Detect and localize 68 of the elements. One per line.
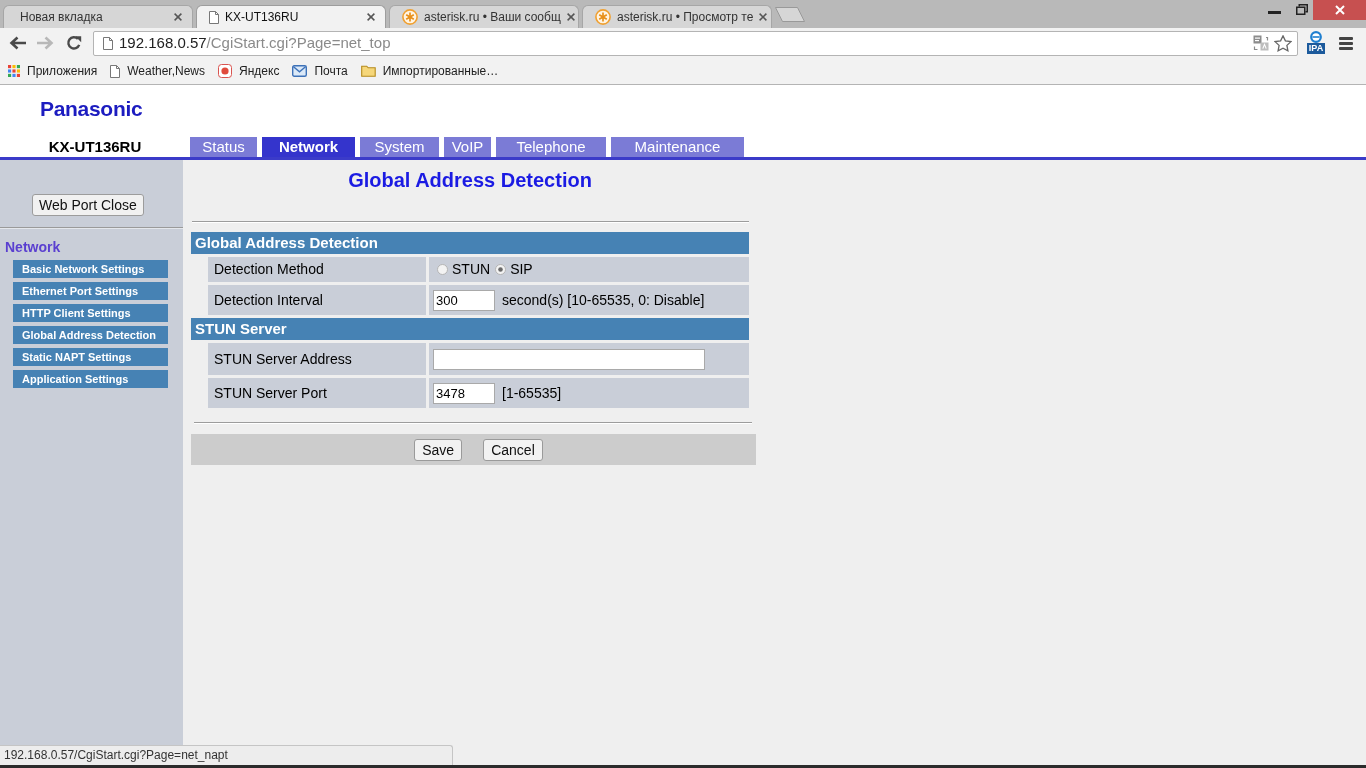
input-field[interactable]	[433, 348, 705, 370]
status-bubble: 192.168.0.57/CgiStart.cgi?Page=net_napt	[0, 745, 453, 765]
hint-text: [1-65535]	[502, 383, 562, 403]
translate-icon[interactable]	[1253, 35, 1269, 51]
field-label: STUN Server Port	[208, 378, 426, 408]
field-label: Detection Interval	[208, 285, 426, 315]
window-close-button[interactable]	[1313, 0, 1366, 20]
page-title: Global Address Detection	[347, 168, 593, 192]
sidebar-item[interactable]: Global Address Detection	[13, 326, 168, 344]
sidebar-item[interactable]: HTTP Client Settings	[13, 304, 168, 322]
apps-grid-icon	[8, 65, 20, 77]
address-bar[interactable]: 192.168.0.57/CgiStart.cgi?Page=net_top	[93, 30, 1298, 56]
form-button[interactable]: Cancel	[483, 438, 543, 461]
reload-icon[interactable]	[66, 35, 82, 51]
brand-logo: Panasonic	[40, 97, 143, 121]
browser-tab[interactable]: asterisk.ru • Ваши сообщ	[389, 5, 579, 28]
sidebar-item[interactable]: Basic Network Settings	[13, 260, 168, 278]
form-button[interactable]: Save	[414, 438, 463, 461]
close-icon[interactable]	[759, 13, 768, 21]
close-icon[interactable]	[566, 13, 575, 21]
bookmark[interactable]: Приложения	[8, 62, 98, 80]
bookmark[interactable]: Яндекс	[218, 62, 280, 80]
radio-button[interactable]	[437, 264, 448, 275]
sidebar-item[interactable]: Ethernet Port Settings	[13, 282, 168, 300]
bookmark[interactable]: Почта	[292, 62, 348, 80]
browser-tab[interactable]: KX-UT136RU	[196, 5, 386, 28]
radio-label: STUN	[452, 260, 491, 279]
extension-button[interactable]: IPA	[1304, 31, 1328, 55]
folder-icon	[360, 65, 376, 77]
browser-tab[interactable]: asterisk.ru • Просмотр те	[582, 5, 772, 28]
section-heading: Network	[5, 239, 61, 255]
menu-icon[interactable]	[1339, 36, 1353, 50]
asterisk-icon	[402, 9, 418, 25]
page-icon	[209, 10, 219, 24]
close-icon[interactable]	[174, 13, 182, 21]
radio-label: SIP	[510, 260, 533, 279]
sidebar-item[interactable]: Static NAPT Settings	[13, 348, 168, 366]
restore-icon[interactable]	[1296, 4, 1308, 15]
close-icon	[1334, 5, 1345, 15]
nav-tab[interactable]: VoIP	[444, 137, 491, 157]
model-name: KX-UT136RU	[47, 137, 143, 157]
ring-icon	[1310, 31, 1322, 43]
field-label: Detection Method	[208, 257, 426, 282]
nav-tab[interactable]: Network	[262, 137, 355, 157]
bookmark[interactable]: Импортированные…	[360, 62, 499, 80]
site-icon	[218, 64, 233, 78]
bookmark[interactable]: Weather,News	[110, 62, 206, 80]
page-icon	[103, 36, 113, 50]
star-icon[interactable]	[1274, 34, 1292, 52]
hint-text: second(s) [10-65535, 0: Disable]	[502, 290, 705, 310]
back-arrow-icon[interactable]	[9, 36, 26, 50]
nav-tab[interactable]: Status	[190, 137, 257, 157]
nav-tab[interactable]: Maintenance	[611, 137, 744, 157]
close-icon[interactable]	[367, 13, 375, 21]
mail-icon	[292, 65, 308, 77]
nav-tab[interactable]: System	[360, 137, 439, 157]
section-header: Global Address Detection	[191, 232, 749, 254]
page-icon	[110, 64, 121, 78]
nav-tab[interactable]: Telephone	[496, 137, 606, 157]
field-label: STUN Server Address	[208, 343, 426, 375]
radio-button[interactable]	[495, 264, 507, 275]
web-port-close-button[interactable]: Web Port Close	[32, 194, 144, 216]
asterisk-icon	[595, 9, 611, 25]
sidebar-item[interactable]: Application Settings	[13, 370, 168, 388]
input-field[interactable]: 300	[433, 289, 495, 311]
input-field[interactable]: 3478	[433, 382, 495, 404]
section-header: STUN Server	[191, 318, 749, 340]
browser-tab[interactable]: Новая вкладка	[3, 5, 193, 28]
